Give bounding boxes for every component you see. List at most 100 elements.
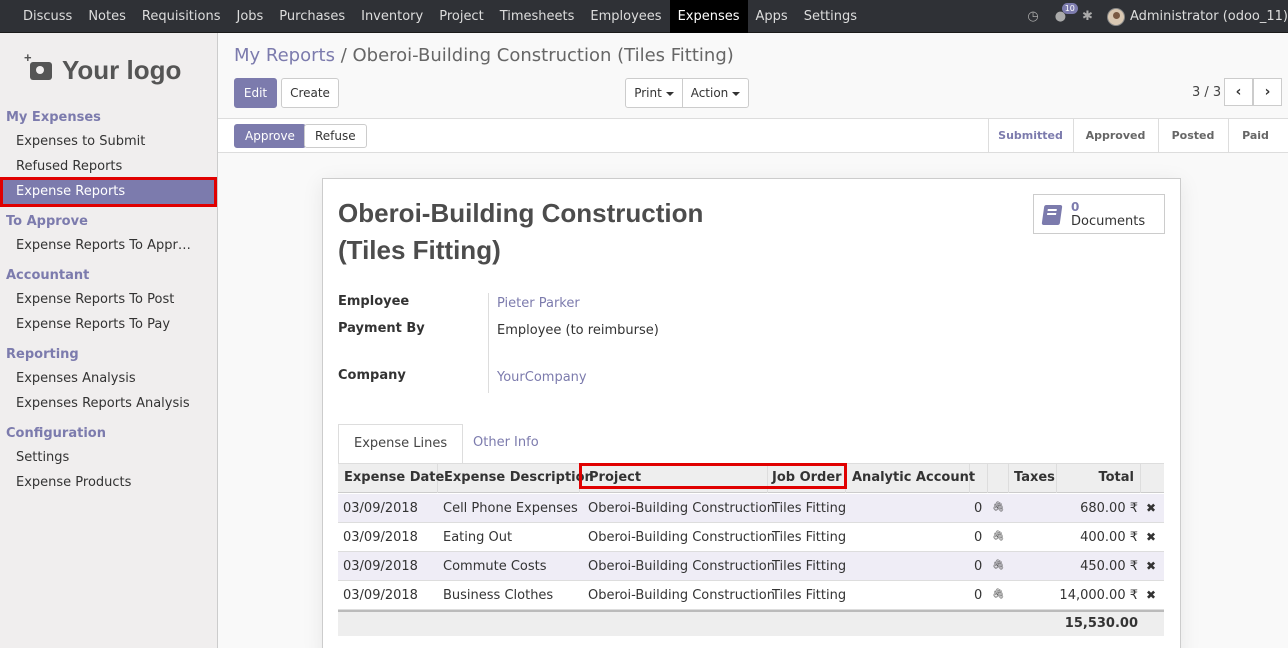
sidebar-item-expense-reports[interactable]: Expense Reports <box>0 179 217 204</box>
menu-project[interactable]: Project <box>431 0 491 33</box>
menu-jobs[interactable]: Jobs <box>228 0 271 33</box>
cell-project: Oberoi-Building Construction <box>588 588 775 603</box>
tab-expense-lines[interactable]: Expense Lines <box>338 424 464 464</box>
stage-posted[interactable]: Posted <box>1158 119 1228 152</box>
col-analytic-account[interactable]: Analytic Account <box>846 464 975 493</box>
clock-icon[interactable]: ◷ <box>1027 9 1038 24</box>
sidebar-item-expense-reports-to-approve[interactable]: Expense Reports To Appr… <box>0 233 217 258</box>
pager-next-button[interactable]: › <box>1253 78 1282 106</box>
col-project[interactable]: Project <box>580 464 768 493</box>
caret-down-icon <box>732 91 741 96</box>
sidebar-section-to-approve[interactable]: To Approve <box>6 214 88 229</box>
sidebar-section-reporting[interactable]: Reporting <box>6 347 79 362</box>
cell-date: 03/09/2018 <box>343 501 418 516</box>
employee-field[interactable]: Pieter Parker <box>497 296 580 311</box>
menu-expenses[interactable]: Expenses <box>669 0 748 33</box>
cell-job-order: Tiles Fitting <box>772 530 847 545</box>
print-label: Print <box>634 86 662 100</box>
cell-attachment-count: 0 <box>974 530 983 545</box>
menu-purchases[interactable]: Purchases <box>271 0 353 33</box>
menu-timesheets[interactable]: Timesheets <box>492 0 583 33</box>
employee-label: Employee <box>338 294 410 309</box>
col-expense-date[interactable]: Expense Date <box>338 464 444 493</box>
logo-text: Your logo <box>62 55 182 85</box>
stage-paid[interactable]: Paid <box>1228 119 1283 152</box>
cell-total: 450.00 ₹ <box>1080 559 1138 574</box>
message-count-badge: 10 <box>1061 3 1078 14</box>
refuse-button[interactable]: Refuse <box>304 124 367 148</box>
delete-icon[interactable]: ✖ <box>1146 501 1156 515</box>
menu-notes[interactable]: Notes <box>80 0 134 33</box>
sidebar-item-expenses-to-submit[interactable]: Expenses to Submit <box>0 129 217 154</box>
documents-count: 0 <box>1071 200 1080 214</box>
cell-project: Oberoi-Building Construction <box>588 530 775 545</box>
action-dropdown[interactable]: Action <box>682 78 749 108</box>
paperclip-icon[interactable] <box>992 528 1002 540</box>
sidebar-section-my-expenses[interactable]: My Expenses <box>6 110 101 125</box>
breadcrumb-parent[interactable]: My Reports <box>234 45 335 66</box>
documents-button[interactable]: 0 Documents <box>1033 194 1165 234</box>
menu-settings[interactable]: Settings <box>796 0 865 33</box>
table-row[interactable]: 03/09/2018 Business Clothes Oberoi-Build… <box>338 581 1164 610</box>
print-dropdown[interactable]: Print <box>625 78 683 108</box>
menu-apps[interactable]: Apps <box>748 0 796 33</box>
delete-icon[interactable]: ✖ <box>1146 530 1156 544</box>
stage-approved[interactable]: Approved <box>1073 119 1158 152</box>
col-quantity[interactable] <box>970 464 988 493</box>
company-label: Company <box>338 368 406 383</box>
stage-submitted[interactable]: Submitted <box>988 119 1073 152</box>
sidebar-item-reports-to-pay[interactable]: Expense Reports To Pay <box>0 312 217 337</box>
sidebar-item-reports-to-post[interactable]: Expense Reports To Post <box>0 287 217 312</box>
book-icon <box>1041 205 1063 225</box>
report-title-line1: Oberoi-Building Construction <box>338 198 704 228</box>
paperclip-icon[interactable] <box>992 586 1002 598</box>
col-expense-description[interactable]: Expense Description <box>438 464 594 493</box>
sidebar-item-expenses-analysis[interactable]: Expenses Analysis <box>0 366 217 391</box>
col-total[interactable]: Total <box>1057 464 1141 493</box>
cell-date: 03/09/2018 <box>343 530 418 545</box>
sidebar-item-refused-reports[interactable]: Refused Reports <box>0 154 217 179</box>
user-menu[interactable]: Administrator (odoo_11) <box>1106 7 1288 26</box>
payment-by-field[interactable]: Employee (to reimburse) <box>497 323 659 338</box>
sidebar-item-settings[interactable]: Settings <box>0 445 217 470</box>
chevron-right-icon: › <box>1264 84 1271 100</box>
report-title: Oberoi-Building Construction (Tiles Fitt… <box>338 195 758 269</box>
edit-button[interactable]: Edit <box>234 78 277 108</box>
menu-discuss[interactable]: Discuss <box>15 0 80 33</box>
delete-icon[interactable]: ✖ <box>1146 588 1156 602</box>
sidebar-section-configuration[interactable]: Configuration <box>6 426 106 441</box>
tab-other-info[interactable]: Other Info <box>458 424 554 464</box>
company-logo[interactable]: Your logo <box>24 50 182 86</box>
col-taxes[interactable]: Taxes <box>1009 464 1057 493</box>
pager-previous-button[interactable]: ‹ <box>1224 78 1253 106</box>
status-bar: Approve Refuse Submitted Approved Posted… <box>218 118 1288 153</box>
sidebar-item-expenses-reports-analysis[interactable]: Expenses Reports Analysis <box>0 391 217 416</box>
table-row[interactable]: 03/09/2018 Commute Costs Oberoi-Building… <box>338 552 1164 581</box>
cell-job-order: Tiles Fitting <box>772 588 847 603</box>
table-header: Expense Date Expense Description Project… <box>338 464 1164 493</box>
col-attachments[interactable] <box>988 464 1009 493</box>
menu-inventory[interactable]: Inventory <box>353 0 431 33</box>
table-row[interactable]: 03/09/2018 Cell Phone Expenses Oberoi-Bu… <box>338 494 1164 523</box>
breadcrumb: My Reports / Oberoi-Building Constructio… <box>234 45 734 66</box>
cell-description: Commute Costs <box>443 559 547 574</box>
menu-requisitions[interactable]: Requisitions <box>134 0 229 33</box>
paperclip-icon[interactable] <box>992 499 1002 511</box>
sidebar-item-expense-products[interactable]: Expense Products <box>0 470 217 495</box>
cell-total: 14,000.00 ₹ <box>1059 588 1138 603</box>
col-job-order[interactable]: Job Order <box>768 464 846 493</box>
paperclip-icon[interactable] <box>992 557 1002 569</box>
chevron-left-icon: ‹ <box>1235 84 1242 100</box>
app-menu: Discuss Notes Requisitions Jobs Purchase… <box>15 0 865 33</box>
chat-icon[interactable]: ● 10 <box>1055 3 1078 24</box>
delete-icon[interactable]: ✖ <box>1146 559 1156 573</box>
table-row[interactable]: 03/09/2018 Eating Out Oberoi-Building Co… <box>338 523 1164 552</box>
menu-employees[interactable]: Employees <box>582 0 669 33</box>
sidebar-section-accountant[interactable]: Accountant <box>6 268 89 283</box>
table-footer: 15,530.00 <box>338 610 1164 636</box>
bug-icon[interactable]: ✱ <box>1082 9 1093 24</box>
cell-project: Oberoi-Building Construction <box>588 559 775 574</box>
create-button[interactable]: Create <box>281 78 339 108</box>
company-field[interactable]: YourCompany <box>497 370 587 385</box>
approve-button[interactable]: Approve <box>234 124 306 148</box>
